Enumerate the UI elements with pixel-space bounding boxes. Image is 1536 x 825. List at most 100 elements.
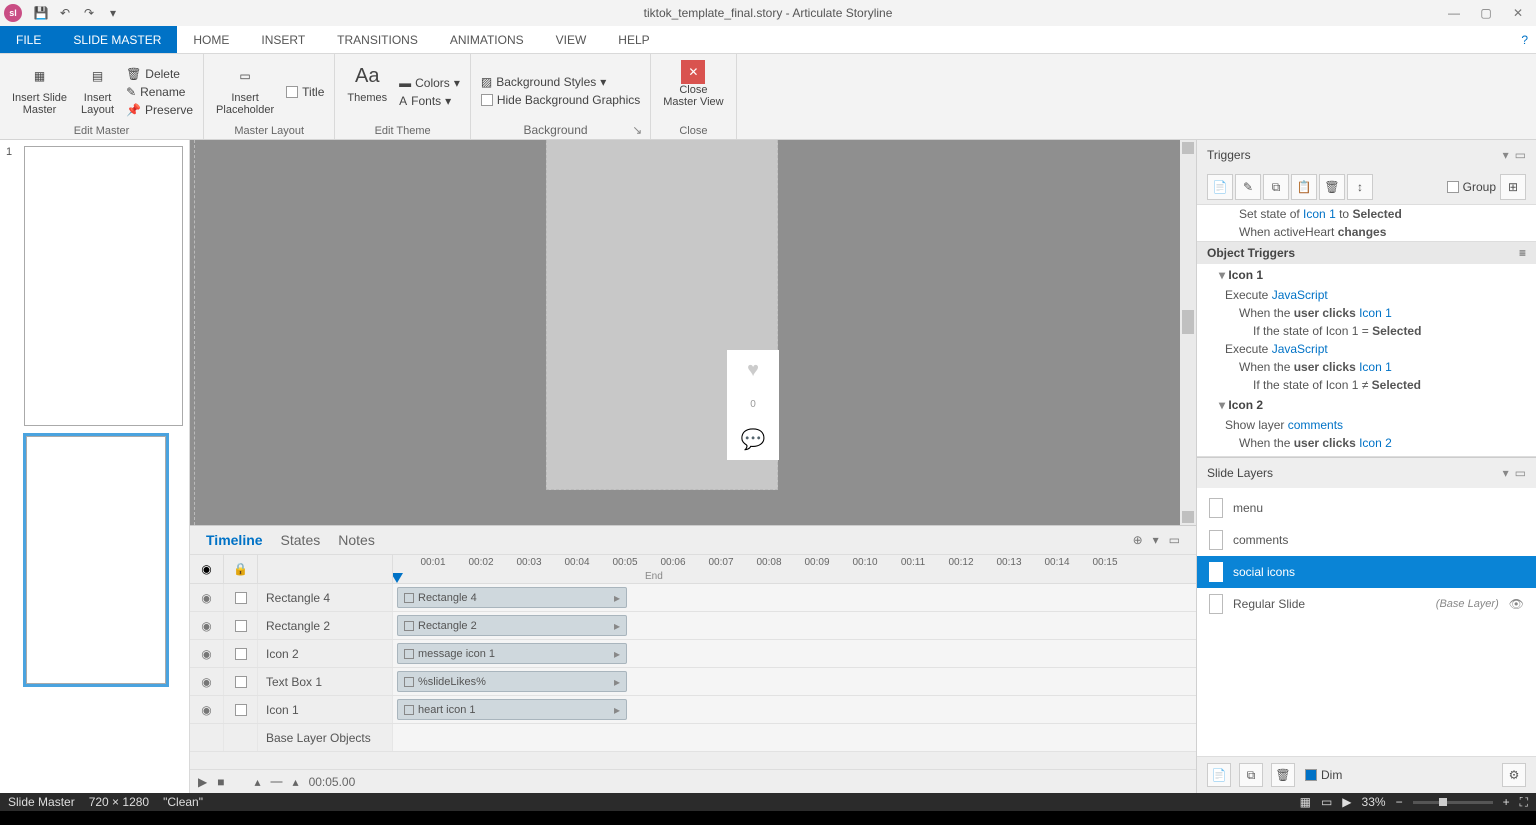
play-button[interactable]: ▶ xyxy=(198,775,207,789)
layer-row-menu[interactable]: menu xyxy=(1197,492,1536,524)
eye-toggle[interactable]: ◉ xyxy=(190,640,224,667)
background-styles-button[interactable]: ▨Background Styles ▾ xyxy=(479,74,642,90)
tab-slide-master[interactable]: SLIDE MASTER xyxy=(57,26,177,53)
tab-help[interactable]: HELP xyxy=(602,26,665,53)
zoom-slider[interactable]: ⎯⎯ xyxy=(271,774,283,789)
object-triggers-header[interactable]: Object Triggers≡ xyxy=(1197,241,1536,264)
insert-placeholder-button[interactable]: ▭ Insert Placeholder xyxy=(212,58,278,125)
tab-insert[interactable]: INSERT xyxy=(245,26,321,53)
timeline-row[interactable]: ◉ Rectangle 2 Rectangle 2▸ xyxy=(190,612,1196,640)
lock-toggle[interactable] xyxy=(224,584,258,611)
delete-trigger-button[interactable]: 🗑 xyxy=(1319,174,1345,200)
layout-thumbnail[interactable] xyxy=(26,436,166,684)
delete-button[interactable]: 🗑Delete xyxy=(124,66,195,82)
timeline-collapse-icon[interactable]: ▭ xyxy=(1169,533,1180,547)
redo-icon[interactable]: ↷ xyxy=(78,2,100,24)
zoom-slider[interactable] xyxy=(1413,801,1493,804)
timeline-row[interactable]: ◉ Icon 1 heart icon 1▸ xyxy=(190,696,1196,724)
object-name[interactable]: Rectangle 2 xyxy=(258,612,393,639)
copy-trigger-button[interactable]: ⧉ xyxy=(1263,174,1289,200)
layer-settings-button[interactable]: ⚙ xyxy=(1502,763,1526,787)
fit-to-window-button[interactable]: ⛶ xyxy=(1520,795,1528,810)
zoom-out-button[interactable]: − xyxy=(1396,795,1403,809)
tab-states[interactable]: States xyxy=(281,532,321,548)
close-master-view-button[interactable]: ✕ Close Master View xyxy=(659,58,727,125)
object-name[interactable]: Icon 1 xyxy=(258,696,393,723)
trigger-line[interactable]: When the user clicks Icon 1 xyxy=(1197,304,1536,322)
trigger-line[interactable]: When activeHeart changes xyxy=(1197,223,1536,241)
object-name[interactable]: Rectangle 4 xyxy=(258,584,393,611)
zoom-in-button[interactable]: + xyxy=(1503,795,1510,809)
layer-row-comments[interactable]: comments xyxy=(1197,524,1536,556)
trigger-line[interactable]: Set state of Icon 1 to Selected xyxy=(1197,205,1536,223)
variables-button[interactable]: ⊞ xyxy=(1500,174,1526,200)
tab-home[interactable]: HOME xyxy=(177,26,245,53)
timeline-row[interactable]: ◉ Rectangle 4 Rectangle 4▸ xyxy=(190,584,1196,612)
zoom-in-icon[interactable]: ▴ xyxy=(293,775,299,789)
edit-trigger-button[interactable]: ✎ xyxy=(1235,174,1261,200)
tab-file[interactable]: FILE xyxy=(0,26,57,53)
view-grid-icon[interactable]: ▦ xyxy=(1300,795,1311,809)
likes-text[interactable]: 0 xyxy=(750,399,756,410)
qat-dropdown-icon[interactable]: ▾ xyxy=(102,2,124,24)
trigger-line[interactable]: If the state of Icon 1 ≠ Selected xyxy=(1197,376,1536,394)
timeline-dropdown-icon[interactable]: ▾ xyxy=(1153,533,1159,547)
timeline-clip[interactable]: heart icon 1▸ xyxy=(397,699,627,720)
layer-row-social-icons[interactable]: social icons xyxy=(1197,556,1536,588)
tab-animations[interactable]: ANIMATIONS xyxy=(434,26,540,53)
maximize-button[interactable]: ▢ xyxy=(1472,2,1500,24)
timeline-add-icon[interactable]: ⊕ xyxy=(1133,533,1143,547)
dim-checkbox[interactable]: Dim xyxy=(1303,767,1344,783)
trigger-line[interactable]: Execute JavaScript xyxy=(1197,340,1536,358)
lock-toggle[interactable] xyxy=(224,696,258,723)
group-checkbox[interactable]: Group xyxy=(1445,179,1498,195)
new-trigger-button[interactable]: 📄 xyxy=(1207,174,1233,200)
timeline-ruler[interactable]: 00:0100:0200:0300:0400:0500:0600:0700:08… xyxy=(393,555,1196,583)
duplicate-layer-button[interactable]: ⧉ xyxy=(1239,763,1263,787)
insert-layout-button[interactable]: ▤ Insert Layout xyxy=(77,58,118,125)
timeline-clip[interactable]: Rectangle 2▸ xyxy=(397,615,627,636)
delete-layer-button[interactable]: 🗑 xyxy=(1271,763,1295,787)
master-thumbnail[interactable] xyxy=(24,146,183,426)
trigger-line[interactable]: When the user clicks Icon 2 xyxy=(1197,434,1536,452)
trigger-line[interactable]: If the state of Icon 1 = Selected xyxy=(1197,322,1536,340)
timeline-clip[interactable]: message icon 1▸ xyxy=(397,643,627,664)
trigger-line[interactable]: Show layer comments xyxy=(1197,416,1536,434)
trigger-object-icon2[interactable]: Icon 2 xyxy=(1197,394,1536,416)
lock-toggle[interactable] xyxy=(224,612,258,639)
trigger-line[interactable]: Execute JavaScript xyxy=(1197,286,1536,304)
view-single-icon[interactable]: ▭ xyxy=(1321,795,1332,809)
canvas-scrollbar[interactable] xyxy=(1180,140,1196,525)
view-preview-icon[interactable]: ▶ xyxy=(1342,795,1351,809)
eye-toggle[interactable]: ◉ xyxy=(190,612,224,639)
themes-button[interactable]: Aa Themes xyxy=(343,58,391,125)
heart-icon[interactable]: ♥ xyxy=(747,359,759,382)
timeline-clip[interactable]: %slideLikes%▸ xyxy=(397,671,627,692)
eye-column-header[interactable]: ◉ xyxy=(190,555,224,583)
timeline-row[interactable]: ◉ Text Box 1 %slideLikes%▸ xyxy=(190,668,1196,696)
tab-transitions[interactable]: TRANSITIONS xyxy=(321,26,434,53)
trigger-line[interactable]: When the user clicks Icon 1 xyxy=(1197,358,1536,376)
save-icon[interactable]: 💾 xyxy=(30,2,52,24)
canvas[interactable]: ♥ 0 💬 xyxy=(190,140,1196,525)
stop-button[interactable]: ■ xyxy=(217,775,224,789)
lock-toggle[interactable] xyxy=(224,668,258,695)
zoom-out-icon[interactable]: ▴ xyxy=(254,775,260,789)
title-checkbox[interactable]: Title xyxy=(284,84,326,100)
colors-button[interactable]: ▬Colors ▾ xyxy=(397,75,462,91)
object-name[interactable]: Icon 2 xyxy=(258,640,393,667)
eye-toggle[interactable]: ◉ xyxy=(190,696,224,723)
eye-toggle[interactable]: ◉ xyxy=(190,668,224,695)
zoom-percent[interactable]: 33% xyxy=(1362,795,1386,809)
timeline-clip[interactable]: Rectangle 4▸ xyxy=(397,587,627,608)
rename-button[interactable]: ✎Rename xyxy=(124,84,195,100)
preserve-button[interactable]: 📌Preserve xyxy=(124,102,195,118)
layer-row-base[interactable]: Regular Slide(Base Layer)👁 xyxy=(1197,588,1536,620)
lock-toggle[interactable] xyxy=(224,640,258,667)
minimize-button[interactable]: — xyxy=(1440,2,1468,24)
reorder-trigger-button[interactable]: ↕ xyxy=(1347,174,1373,200)
message-icon[interactable]: 💬 xyxy=(741,427,766,452)
collapse-icon[interactable]: ▾ xyxy=(1503,466,1509,480)
help-icon[interactable]: ? xyxy=(1521,26,1536,53)
paste-trigger-button[interactable]: 📋 xyxy=(1291,174,1317,200)
